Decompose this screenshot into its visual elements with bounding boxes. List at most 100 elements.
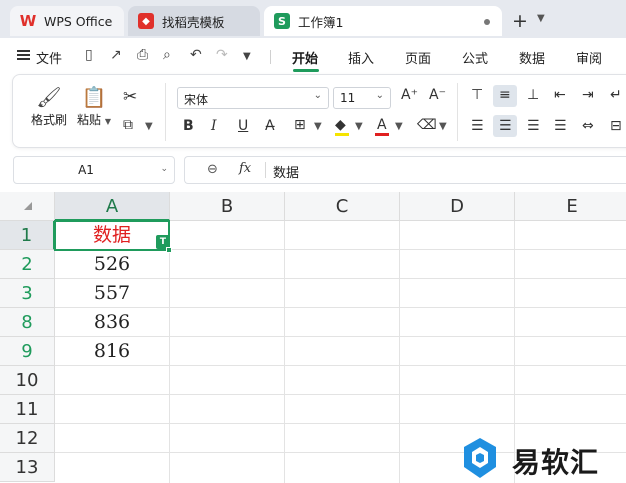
row-header-9[interactable]: 9 xyxy=(0,337,55,366)
align-bottom-icon[interactable]: ⊥ xyxy=(527,87,539,103)
align-left-icon[interactable]: ☰ xyxy=(471,118,484,134)
formula-bar[interactable]: ⊖ fx 数据 xyxy=(184,156,626,184)
row-header-10[interactable]: 10 xyxy=(0,366,55,395)
watermark: 易软汇 xyxy=(458,436,626,480)
ribbon-divider xyxy=(165,83,166,141)
ribbon-divider xyxy=(457,83,458,141)
column-header-a[interactable]: A xyxy=(55,192,170,221)
column-header-b[interactable]: B xyxy=(170,192,285,221)
fill-color-icon[interactable]: ◆ xyxy=(335,117,346,133)
quick-access-more-icon[interactable]: ▼ xyxy=(243,51,251,62)
wrap-text-icon[interactable]: ↵ xyxy=(610,87,622,103)
row-header-11[interactable]: 11 xyxy=(0,395,55,424)
zoom-magnifier-icon[interactable]: ⊖ xyxy=(207,162,218,177)
format-painter-button[interactable]: 🖌 格式刷 xyxy=(29,85,69,128)
watermark-logo-icon xyxy=(464,438,496,478)
row-header-3[interactable]: 3 xyxy=(0,279,55,308)
copy-dropdown-icon[interactable]: ▼ xyxy=(145,121,153,132)
fill-color-dropdown-icon[interactable]: ▼ xyxy=(355,121,363,132)
tab-workbook[interactable]: S 工作簿1 xyxy=(264,6,502,36)
strikethrough-icon[interactable]: A̶ xyxy=(265,118,275,134)
bold-button[interactable]: B xyxy=(183,118,194,134)
save-icon[interactable]: ▯ xyxy=(85,47,93,63)
formula-divider xyxy=(265,162,266,178)
clear-format-eraser-icon[interactable]: ⌫ xyxy=(417,117,437,133)
cell-a2[interactable]: 526 xyxy=(55,250,169,279)
tab-wps-office[interactable]: W WPS Office xyxy=(10,6,124,36)
fx-function-icon[interactable]: fx xyxy=(239,161,251,176)
gridline xyxy=(55,394,626,395)
menu-bar: 文件 ▯ ↗ ⎙ ⌕ ↶ ↷ ▼ 开始 插入 页面 公式 数据 审阅 xyxy=(0,38,626,74)
tab-label: WPS Office xyxy=(44,13,113,29)
gridline xyxy=(284,221,285,483)
menu-start[interactable]: 开始 xyxy=(292,48,318,67)
tab-docer-templates[interactable]: ◆ 找稻壳模板 xyxy=(128,6,260,36)
align-top-icon[interactable]: ⊤ xyxy=(471,87,483,103)
spreadsheet-icon: S xyxy=(274,13,290,29)
chevron-down-icon[interactable]: ▼ xyxy=(537,13,545,24)
indent-increase-icon[interactable]: ⇥ xyxy=(582,87,594,103)
chevron-down-icon[interactable]: ⌄ xyxy=(160,164,168,174)
menu-formula[interactable]: 公式 xyxy=(462,48,488,67)
underline-button[interactable]: U xyxy=(238,118,248,134)
border-dropdown-icon[interactable]: ▼ xyxy=(314,121,322,132)
cell-a3[interactable]: 557 xyxy=(55,279,169,308)
name-box[interactable]: A1 ⌄ xyxy=(13,156,175,184)
clear-dropdown-icon[interactable]: ▼ xyxy=(439,121,447,132)
cell-reference: A1 xyxy=(78,163,94,177)
column-header-d[interactable]: D xyxy=(400,192,515,221)
fill-handle[interactable] xyxy=(166,247,172,253)
new-tab-plus-icon[interactable]: + xyxy=(512,10,528,32)
align-center-icon[interactable]: ☰ xyxy=(499,118,512,134)
menu-hamburger-icon[interactable] xyxy=(17,50,30,60)
paste-dropdown-icon[interactable]: ▼ xyxy=(105,117,111,126)
share-icon[interactable]: ↗ xyxy=(110,47,122,63)
merge-cells-icon[interactable]: ⊟ xyxy=(610,118,622,134)
font-name-value: 宋体 xyxy=(184,93,209,107)
select-all-corner[interactable] xyxy=(0,192,55,221)
row-header-1[interactable]: 1 xyxy=(0,221,55,250)
font-color-swatch xyxy=(375,133,389,136)
font-color-icon[interactable]: A xyxy=(377,117,387,133)
formula-input[interactable]: 数据 xyxy=(273,162,299,181)
print-icon[interactable]: ⎙ xyxy=(137,47,148,63)
row-header-13[interactable]: 13 xyxy=(0,453,55,482)
copy-icon[interactable]: ⧉ xyxy=(123,117,133,133)
undo-icon[interactable]: ↶ xyxy=(190,47,202,63)
chevron-down-icon: ⌄ xyxy=(375,90,384,101)
decrease-font-icon[interactable]: A⁻ xyxy=(429,87,446,103)
justify-icon[interactable]: ☰ xyxy=(554,118,567,134)
cell-a9[interactable]: 816 xyxy=(55,337,169,366)
column-header-e[interactable]: E xyxy=(515,192,626,221)
chevron-down-icon: ⌄ xyxy=(313,90,322,101)
column-header-c[interactable]: C xyxy=(285,192,400,221)
row-header-12[interactable]: 12 xyxy=(0,424,55,453)
italic-button[interactable]: I xyxy=(211,118,217,134)
unsaved-dot-icon[interactable] xyxy=(484,19,490,25)
align-right-icon[interactable]: ☰ xyxy=(527,118,540,134)
align-middle-icon[interactable]: ≡ xyxy=(499,87,511,103)
select-all-triangle-icon xyxy=(24,202,32,210)
border-icon[interactable]: ⊞ xyxy=(294,117,306,133)
paste-label: 粘贴 xyxy=(77,113,102,127)
paste-button[interactable]: 📋 粘贴 ▼ xyxy=(75,85,113,128)
font-size-value: 11 xyxy=(340,91,356,105)
cell-a8[interactable]: 836 xyxy=(55,308,169,337)
print-preview-icon[interactable]: ⌕ xyxy=(163,47,171,63)
redo-icon[interactable]: ↷ xyxy=(216,47,228,63)
distribute-icon[interactable]: ⇔ xyxy=(582,118,594,134)
font-size-select[interactable]: 11 ⌄ xyxy=(333,87,391,109)
menu-review[interactable]: 审阅 xyxy=(576,48,602,67)
row-header-8[interactable]: 8 xyxy=(0,308,55,337)
increase-font-icon[interactable]: A⁺ xyxy=(401,87,418,103)
font-name-select[interactable]: 宋体 ⌄ xyxy=(177,87,329,109)
cut-scissors-icon[interactable]: ✂ xyxy=(123,87,137,107)
menu-file[interactable]: 文件 xyxy=(36,48,62,67)
menu-page[interactable]: 页面 xyxy=(405,48,431,67)
indent-decrease-icon[interactable]: ⇤ xyxy=(554,87,566,103)
menu-data[interactable]: 数据 xyxy=(519,48,545,67)
font-color-dropdown-icon[interactable]: ▼ xyxy=(395,121,403,132)
menu-insert[interactable]: 插入 xyxy=(348,48,374,67)
row-header-2[interactable]: 2 xyxy=(0,250,55,279)
gridline xyxy=(169,221,170,483)
